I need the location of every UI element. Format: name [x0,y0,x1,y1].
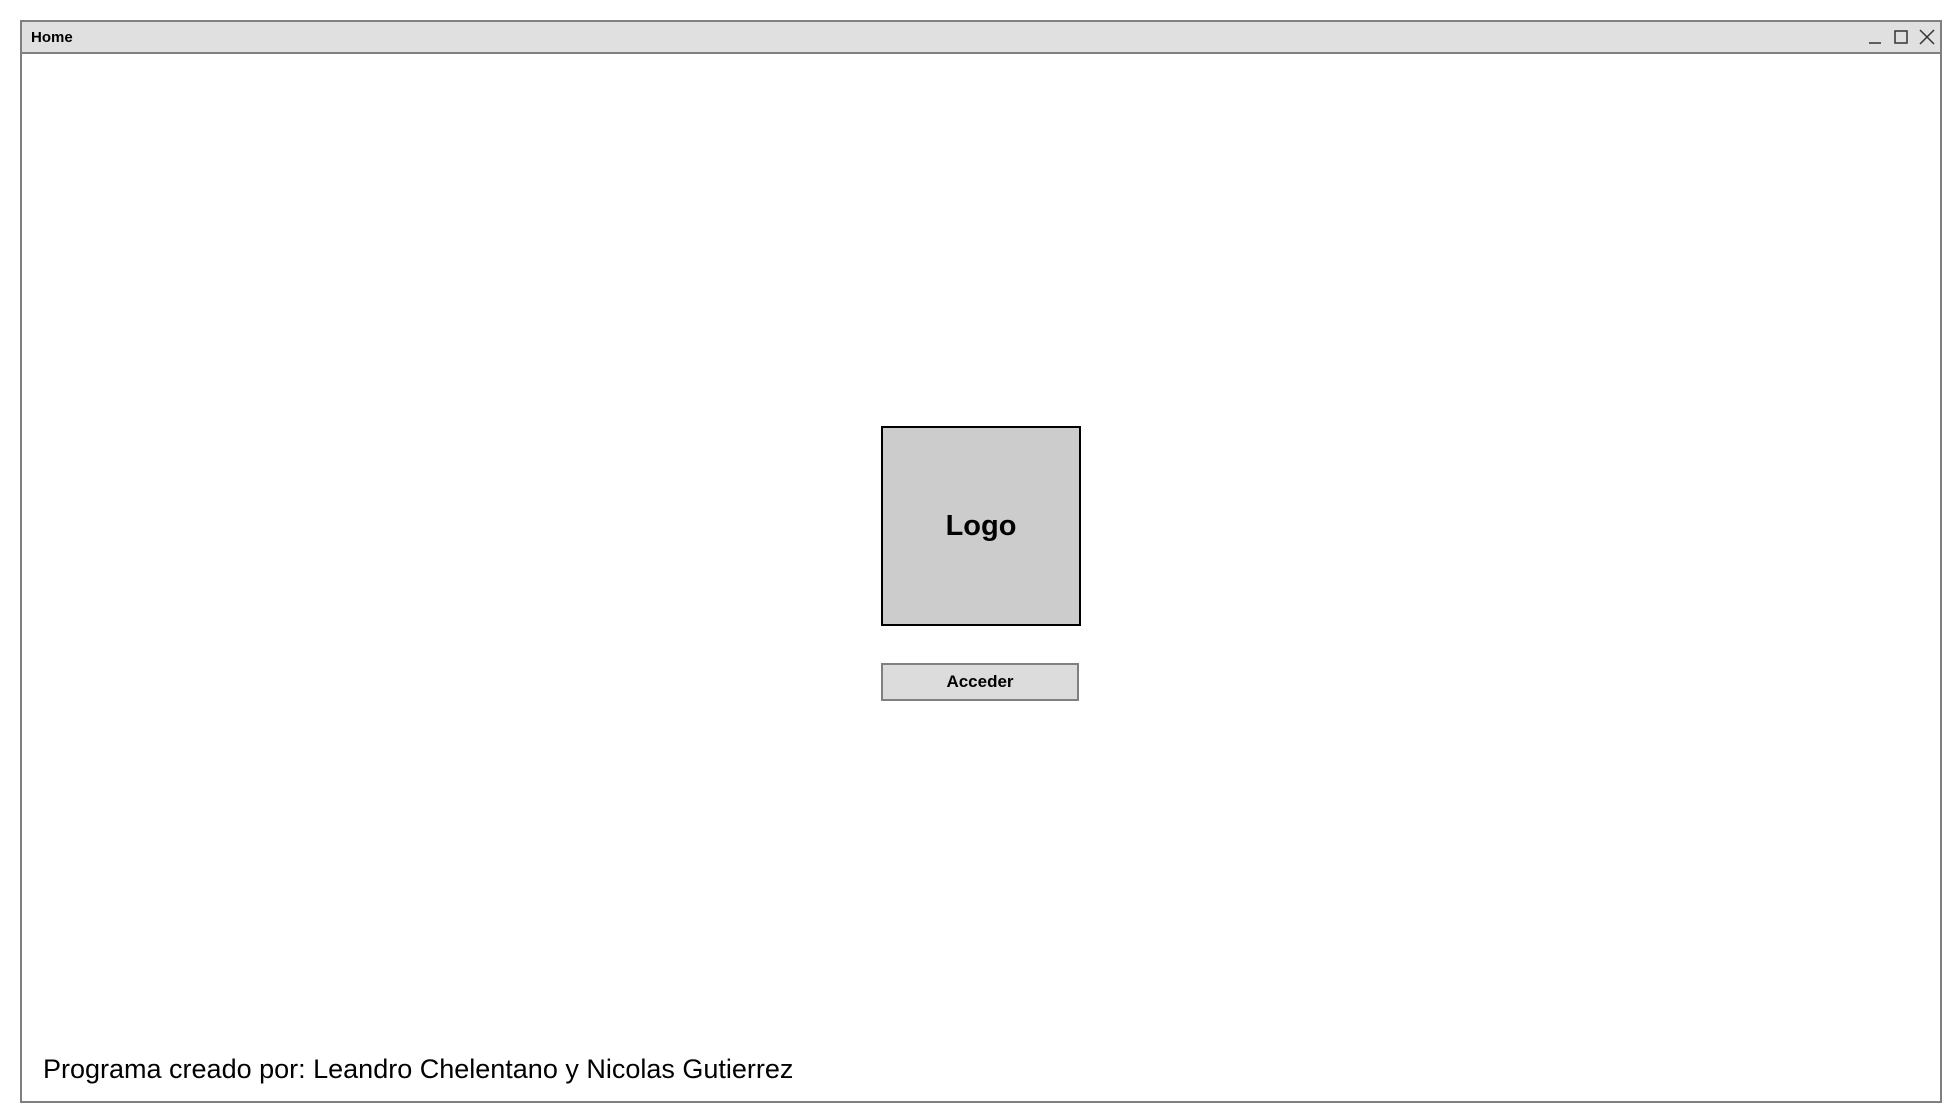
logo-placeholder: Logo [881,426,1081,626]
maximize-button[interactable] [1888,22,1914,52]
app-window: Home Logo Acceder Programa creado por: L… [20,20,1942,1103]
window-controls [1862,22,1940,52]
close-icon [1919,29,1935,45]
logo-label: Logo [945,509,1017,542]
window-title: Home [31,29,73,46]
maximize-icon [1894,30,1908,44]
access-button[interactable]: Acceder [881,663,1079,701]
access-button-label: Acceder [946,672,1014,691]
main-content: Logo Acceder Programa creado por: Leandr… [22,54,1940,1101]
minimize-icon [1869,42,1881,44]
minimize-button[interactable] [1862,22,1888,52]
title-bar[interactable]: Home [22,22,1940,54]
credits-text: Programa creado por: Leandro Chelentano … [43,1054,794,1084]
close-button[interactable] [1914,22,1940,52]
